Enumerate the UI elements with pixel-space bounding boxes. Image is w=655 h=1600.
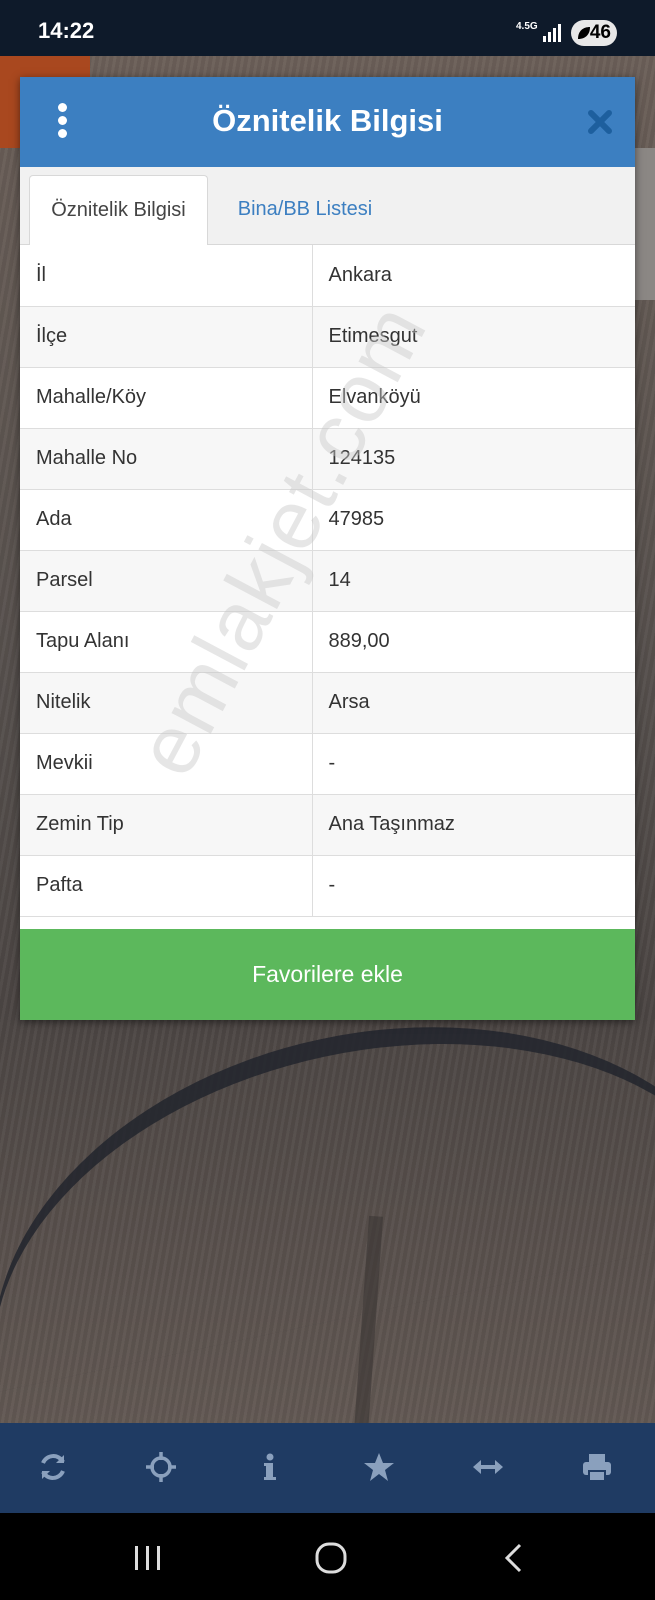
dialog-title: Öznitelik Bilgisi — [212, 103, 443, 138]
row-value: Arsa — [312, 672, 635, 734]
row-key: Pafta — [20, 855, 313, 917]
tab-attribute-info[interactable]: Öznitelik Bilgisi — [29, 175, 208, 245]
network-type: 4.5G — [516, 21, 538, 32]
recent-apps-icon[interactable] — [131, 1541, 165, 1575]
row-value: 47985 — [312, 489, 635, 551]
row-value: Ankara — [312, 245, 635, 307]
tab-building-list[interactable]: Bina/BB Listesi — [215, 175, 395, 244]
table-row: Tapu Alanı 889,00 — [20, 611, 635, 673]
table-row: Ada 47985 — [20, 489, 635, 551]
row-key: Nitelik — [20, 672, 313, 734]
attribute-dialog: Öznitelik Bilgisi Öznitelik Bilgisi Bina… — [20, 77, 635, 1020]
table-row: Mahalle No 124135 — [20, 428, 635, 490]
row-value: Elvanköyü — [312, 367, 635, 429]
table-row: Parsel 14 — [20, 550, 635, 612]
print-icon[interactable] — [580, 1450, 614, 1484]
dialog-header: Öznitelik Bilgisi — [20, 77, 635, 167]
map-ridge — [0, 957, 655, 1393]
refresh-icon[interactable] — [36, 1450, 70, 1484]
system-navigation-bar — [0, 1513, 655, 1600]
row-value: Ana Taşınmaz — [312, 794, 635, 856]
table-row: Mevkii - — [20, 733, 635, 795]
row-value: Etimesgut — [312, 306, 635, 368]
table-row: İlçe Etimesgut — [20, 306, 635, 368]
row-value: 124135 — [312, 428, 635, 490]
info-icon[interactable] — [253, 1450, 287, 1484]
table-row: Nitelik Arsa — [20, 672, 635, 734]
row-key: Mevkii — [20, 733, 313, 795]
battery-indicator: 46 — [571, 20, 617, 46]
status-bar: 14:22 4.5G 46 — [0, 0, 655, 56]
crosshair-icon[interactable] — [144, 1450, 178, 1484]
home-icon[interactable] — [314, 1541, 348, 1575]
tab-bar: Öznitelik Bilgisi Bina/BB Listesi — [20, 167, 635, 245]
row-key: Mahalle/Köy — [20, 367, 313, 429]
battery-level: 46 — [589, 22, 611, 43]
table-row: İl Ankara — [20, 245, 635, 307]
row-key: Tapu Alanı — [20, 611, 313, 673]
row-key: Parsel — [20, 550, 313, 612]
row-value: - — [312, 855, 635, 917]
battery-saver-icon — [578, 27, 590, 39]
row-value: - — [312, 733, 635, 795]
row-key: Mahalle No — [20, 428, 313, 490]
close-icon[interactable] — [587, 109, 613, 135]
row-value: 14 — [312, 550, 635, 612]
table-row: Zemin Tip Ana Taşınmaz — [20, 794, 635, 856]
table-row: Mahalle/Köy Elvanköyü — [20, 367, 635, 429]
table-row: Pafta - — [20, 855, 635, 917]
map-toolbar — [0, 1423, 655, 1513]
row-key: Ada — [20, 489, 313, 551]
signal-icon — [543, 24, 561, 42]
status-time: 14:22 — [38, 18, 95, 43]
row-key: İl — [20, 245, 313, 307]
star-icon[interactable] — [362, 1450, 396, 1484]
map-side-strip — [633, 148, 655, 300]
row-key: Zemin Tip — [20, 794, 313, 856]
add-to-favorites-button[interactable]: Favorilere ekle — [20, 929, 635, 1020]
row-value: 889,00 — [312, 611, 635, 673]
attribute-table: İl Ankara İlçe Etimesgut Mahalle/Köy Elvank… — [20, 245, 635, 917]
measure-icon[interactable] — [471, 1450, 505, 1484]
row-key: İlçe — [20, 306, 313, 368]
back-icon[interactable] — [498, 1541, 532, 1575]
